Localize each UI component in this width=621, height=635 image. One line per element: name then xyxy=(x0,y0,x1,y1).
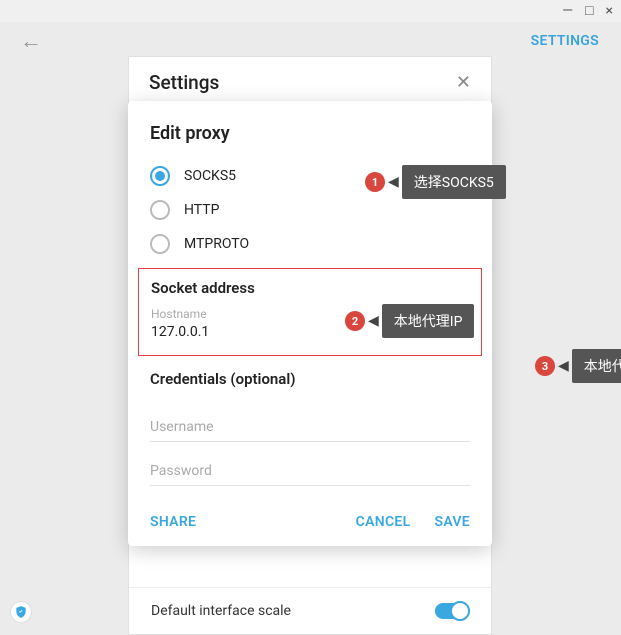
password-input[interactable]: Password xyxy=(150,442,470,486)
username-input[interactable]: Username xyxy=(150,398,470,442)
radio-label: MTPROTO xyxy=(184,236,249,252)
radio-label: SOCKS5 xyxy=(184,168,236,184)
credentials-title: Credentials (optional) xyxy=(150,370,470,388)
annotation-text: 本地代理默认端口 xyxy=(572,349,621,383)
annotation-1: 1 ◀ 选择SOCKS5 xyxy=(365,165,506,199)
annotation-text: 选择SOCKS5 xyxy=(402,165,506,199)
radio-icon xyxy=(150,200,170,220)
radio-mtproto[interactable]: MTPROTO xyxy=(150,234,470,254)
annotation-arrow-icon: ◀ xyxy=(388,174,399,190)
window-titlebar: — □ × xyxy=(0,0,621,22)
radio-http[interactable]: HTTP xyxy=(150,200,470,220)
window-minimize[interactable]: — xyxy=(562,4,573,18)
button-row: SHARE CANCEL SAVE xyxy=(150,514,470,530)
cancel-button[interactable]: CANCEL xyxy=(356,514,411,530)
radio-icon xyxy=(150,166,170,186)
socket-title: Socket address xyxy=(151,279,469,297)
save-button[interactable]: SAVE xyxy=(434,514,470,530)
annotation-text: 本地代理IP xyxy=(382,304,475,338)
annotation-number: 3 xyxy=(535,356,555,376)
window-close[interactable]: × xyxy=(606,4,613,18)
window-maximize[interactable]: □ xyxy=(585,4,593,18)
shield-check-icon xyxy=(14,605,28,619)
modal-title: Edit proxy xyxy=(150,123,470,144)
settings-footer-row: Default interface scale xyxy=(128,587,492,635)
interface-scale-label: Default interface scale xyxy=(151,603,291,619)
username-placeholder: Username xyxy=(150,419,214,435)
annotation-arrow-icon: ◀ xyxy=(368,313,379,329)
shield-badge[interactable] xyxy=(10,601,32,623)
annotation-number: 2 xyxy=(345,311,365,331)
password-placeholder: Password xyxy=(150,463,212,479)
annotation-2: 2 ◀ 本地代理IP xyxy=(345,304,474,338)
annotation-3: 3 ◀ 本地代理默认端口 xyxy=(535,349,621,383)
settings-title: Settings xyxy=(149,71,219,94)
annotation-number: 1 xyxy=(365,172,385,192)
radio-icon xyxy=(150,234,170,254)
radio-label: HTTP xyxy=(184,202,219,218)
annotation-arrow-icon: ◀ xyxy=(558,358,569,374)
close-icon[interactable]: ✕ xyxy=(456,72,471,93)
share-button[interactable]: SHARE xyxy=(150,514,196,530)
interface-scale-toggle[interactable] xyxy=(435,603,469,619)
